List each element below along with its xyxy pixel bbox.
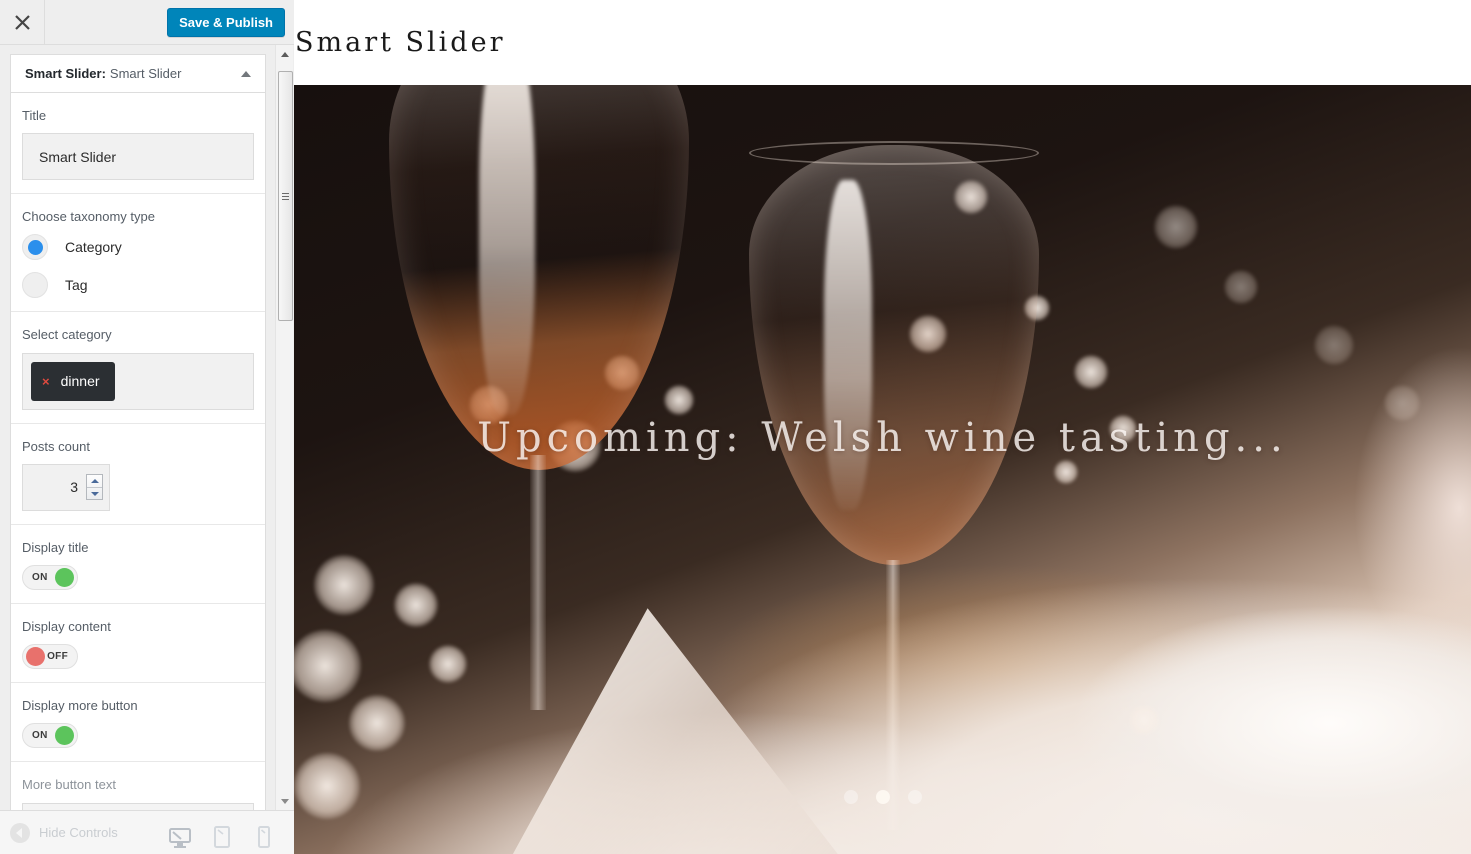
site-header: Smart Slider xyxy=(294,0,1471,85)
tablet-icon xyxy=(214,825,230,848)
control-display-more-button: Display more button ON xyxy=(11,683,265,763)
select-category-label: Select category xyxy=(22,327,112,343)
control-title: Title xyxy=(11,93,265,195)
customizer-scroll-pane: Smart Slider: Smart Slider Title Choose … xyxy=(0,45,294,810)
display-content-state: OFF xyxy=(47,651,68,663)
remove-tag-icon[interactable]: × xyxy=(42,374,50,389)
slide-background-image xyxy=(294,85,1471,854)
sidebar-scrollbar[interactable] xyxy=(275,45,293,810)
scroll-down-arrow-icon[interactable] xyxy=(276,792,294,810)
radio-category-icon[interactable] xyxy=(22,234,48,261)
desktop-icon xyxy=(169,827,191,848)
radio-option-category[interactable]: Category xyxy=(22,234,254,261)
display-content-label: Display content xyxy=(22,618,111,634)
slider-pagination[interactable] xyxy=(294,790,1471,804)
scroll-up-arrow-icon[interactable] xyxy=(276,45,294,63)
radio-tag-icon[interactable] xyxy=(22,272,48,299)
display-content-toggle[interactable]: OFF xyxy=(22,644,78,670)
radio-option-tag[interactable]: Tag xyxy=(22,272,254,299)
section-widget-type: Smart Slider: xyxy=(25,66,106,81)
toggle-knob xyxy=(26,647,45,667)
title-label: Title xyxy=(22,108,47,123)
mobile-icon xyxy=(258,825,270,848)
chevron-up-icon xyxy=(241,70,251,77)
device-desktop-button[interactable] xyxy=(164,818,196,848)
control-select-category: Select category × dinner xyxy=(11,312,265,424)
radio-category-label: Category xyxy=(65,239,122,256)
display-more-button-toggle[interactable]: ON xyxy=(22,723,78,749)
hide-controls-label: Hide Controls xyxy=(39,825,118,840)
slider-dot-2[interactable] xyxy=(875,790,890,804)
display-title-toggle[interactable]: ON xyxy=(22,564,78,590)
toggle-knob xyxy=(55,567,74,587)
section-widget-name: Smart Slider xyxy=(109,66,182,81)
display-more-button-label: Display more button xyxy=(22,698,138,714)
taxonomy-label: Choose taxonomy type xyxy=(22,209,155,225)
display-more-button-state: ON xyxy=(32,730,48,742)
widget-section-card: Smart Slider: Smart Slider Title Choose … xyxy=(10,54,266,810)
display-title-label: Display title xyxy=(22,539,89,555)
slider-dot-1[interactable] xyxy=(843,790,858,804)
device-tablet-button[interactable] xyxy=(206,818,238,848)
posts-count-spinner[interactable] xyxy=(86,474,103,501)
more-button-text-input[interactable] xyxy=(22,802,254,810)
control-display-title: Display title ON xyxy=(11,525,265,604)
site-preview-frame: Smart Slider Upcoming: Welsh wine tastin… xyxy=(294,0,1471,854)
close-button[interactable] xyxy=(0,0,45,44)
display-title-state: ON xyxy=(32,571,48,583)
collapse-arrow-icon xyxy=(10,822,30,843)
toggle-knob xyxy=(55,726,74,746)
section-header-smart-slider[interactable]: Smart Slider: Smart Slider xyxy=(11,55,265,93)
close-icon xyxy=(14,14,30,30)
stepper-up-button[interactable] xyxy=(87,475,102,488)
stepper-down-button[interactable] xyxy=(87,488,102,500)
customizer-screen: Save & Publish Smart Slider: Smart Slide… xyxy=(0,0,1471,854)
smart-slider[interactable]: Upcoming: Welsh wine tasting... xyxy=(294,85,1471,854)
save-and-publish-button[interactable]: Save & Publish xyxy=(167,8,285,37)
more-button-text-label: More button text xyxy=(22,777,116,793)
category-tag-label: dinner xyxy=(60,373,100,390)
site-title: Smart Slider xyxy=(295,27,506,58)
customizer-sidebar: Save & Publish Smart Slider: Smart Slide… xyxy=(0,0,294,854)
hide-controls-button[interactable]: Hide Controls xyxy=(10,822,118,843)
slider-dot-3[interactable] xyxy=(907,790,922,804)
posts-count-stepper[interactable]: 3 xyxy=(22,463,110,511)
scrollbar-thumb[interactable] xyxy=(278,71,293,321)
posts-count-value[interactable]: 3 xyxy=(23,479,86,495)
control-taxonomy-type: Choose taxonomy type Category Tag xyxy=(11,194,265,313)
category-tag-input[interactable]: × dinner xyxy=(22,352,254,410)
customizer-footer: Hide Controls xyxy=(0,810,294,854)
device-preview-switcher xyxy=(164,818,294,848)
control-more-button-text: More button text xyxy=(11,762,265,810)
radio-tag-label: Tag xyxy=(65,277,88,294)
control-display-content: Display content OFF xyxy=(11,604,265,684)
title-input[interactable] xyxy=(22,133,254,181)
customizer-header: Save & Publish xyxy=(0,0,294,45)
posts-count-label: Posts count xyxy=(22,438,90,454)
control-posts-count: Posts count 3 xyxy=(11,424,265,525)
scrollbar-grip-icon xyxy=(282,191,289,202)
category-tag-dinner[interactable]: × dinner xyxy=(31,361,115,401)
device-mobile-button[interactable] xyxy=(248,818,280,848)
